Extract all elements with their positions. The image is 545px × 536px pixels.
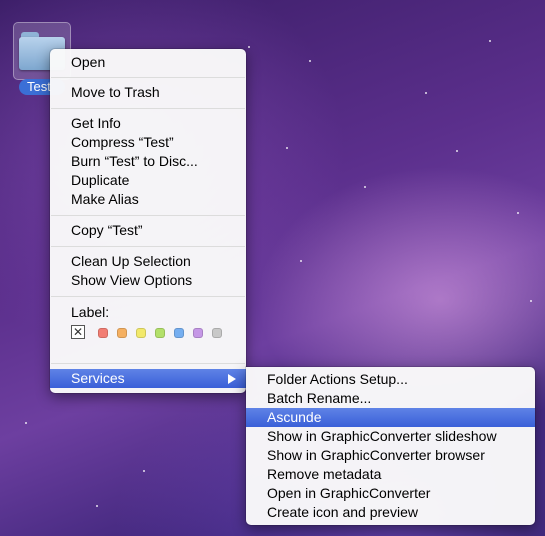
services-submenu: Folder Actions Setup... Batch Rename... … [246,367,535,525]
menu-item-compress[interactable]: Compress “Test” [50,133,246,152]
menu-item-copy[interactable]: Copy “Test” [50,221,246,240]
submenu-item-create-icon-and-preview[interactable]: Create icon and preview [246,503,535,522]
star [143,470,145,472]
star [25,422,27,424]
menu-item-duplicate[interactable]: Duplicate [50,171,246,190]
label-swatch-green[interactable] [155,328,165,338]
menu-separator [51,363,245,364]
context-menu: Open Move to Trash Get Info Compress “Te… [50,49,246,393]
submenu-item-remove-metadata[interactable]: Remove metadata [246,465,535,484]
star [489,40,491,42]
submenu-item-open-in-graphicconverter[interactable]: Open in GraphicConverter [246,484,535,503]
label-swatch-red[interactable] [98,328,108,338]
menu-item-services[interactable]: Services [50,369,246,388]
menu-separator [51,77,245,78]
menu-item-show-view-options[interactable]: Show View Options [50,271,246,290]
label-none-swatch[interactable]: ✕ [71,325,85,339]
star [300,260,302,262]
submenu-item-batch-rename[interactable]: Batch Rename... [246,389,535,408]
menu-separator [51,296,245,297]
menu-separator [51,246,245,247]
menu-separator [51,108,245,109]
menu-item-make-alias[interactable]: Make Alias [50,190,246,209]
label-swatch-blue[interactable] [174,328,184,338]
star [309,60,311,62]
menu-separator [51,215,245,216]
star [530,300,532,302]
submenu-item-folder-actions-setup[interactable]: Folder Actions Setup... [246,370,535,389]
menu-item-services-label: Services [71,370,125,386]
menu-item-burn[interactable]: Burn “Test” to Disc... [50,152,246,171]
star [456,150,458,152]
submenu-arrow-icon [228,374,236,384]
label-swatch-orange[interactable] [117,328,127,338]
menu-item-clean-up-selection[interactable]: Clean Up Selection [50,252,246,271]
label-swatch-gray[interactable] [212,328,222,338]
star [517,212,519,214]
label-heading: Label: [71,304,110,320]
submenu-item-show-in-graphicconverter-slideshow[interactable]: Show in GraphicConverter slideshow [246,427,535,446]
star [364,186,366,188]
menu-item-move-to-trash[interactable]: Move to Trash [50,83,246,102]
label-swatch-purple[interactable] [193,328,203,338]
submenu-item-ascunde[interactable]: Ascunde [246,408,535,427]
menu-item-get-info[interactable]: Get Info [50,114,246,133]
menu-item-open[interactable]: Open [50,53,246,72]
label-swatch-yellow[interactable] [136,328,146,338]
star [248,46,250,48]
star [286,147,288,149]
submenu-item-show-in-graphicconverter-browser[interactable]: Show in GraphicConverter browser [246,446,535,465]
star [425,92,427,94]
star [96,505,98,507]
